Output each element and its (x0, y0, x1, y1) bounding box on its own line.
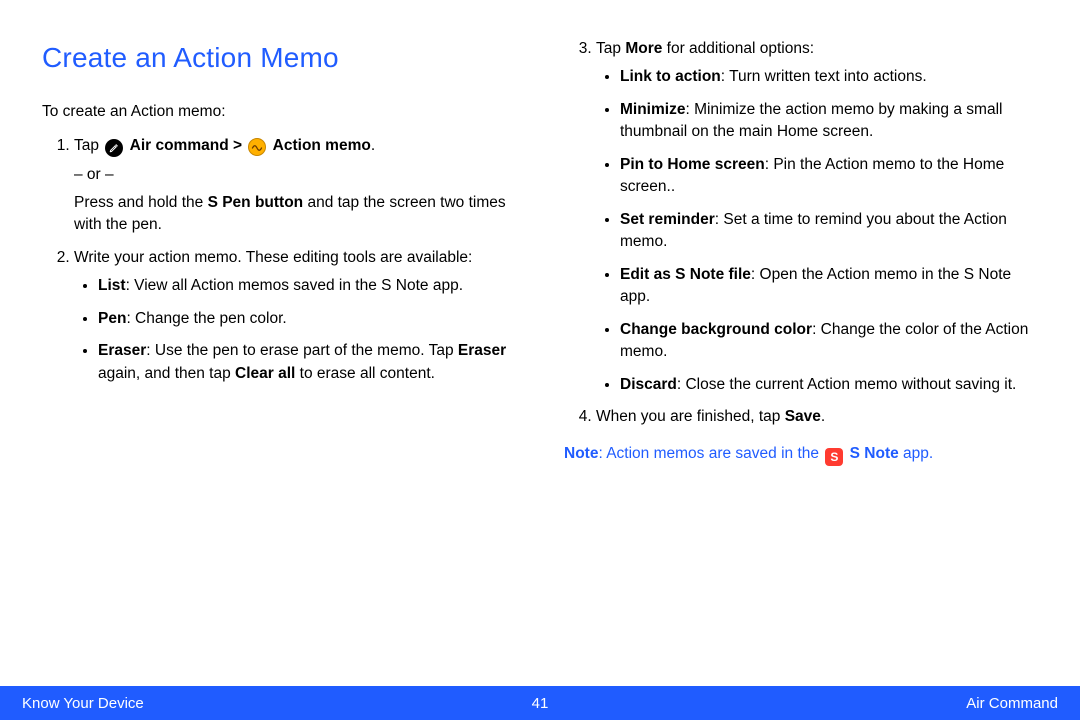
step4-c: . (821, 408, 825, 425)
right-column: Tap More for additional options: Link to… (564, 38, 1038, 660)
bullet-list-t: : View all Action memos saved in the S N… (126, 277, 463, 294)
step1-alt: Press and hold the S Pen button and tap … (74, 192, 516, 237)
bullet-disc-t: : Close the current Action memo without … (677, 376, 1016, 393)
step-1: Tap Air command > Action memo. – or – Pr… (74, 135, 516, 237)
intro-text: To create an Action memo: (42, 101, 516, 123)
step2-lead: Write your action memo. These editing to… (74, 249, 472, 266)
bullet-list: List: View all Action memos saved in the… (98, 275, 516, 297)
bullet-link: Link to action: Turn written text into a… (620, 66, 1038, 88)
step3-lead-b: More (625, 40, 662, 57)
s-note-letter: S (830, 451, 838, 463)
bullet-eraser-b3: Clear all (235, 365, 295, 382)
bullet-min-b: Minimize (620, 101, 685, 118)
bullet-disc-b: Discard (620, 376, 677, 393)
bullet-eraser-t1: : Use the pen to erase part of the memo.… (146, 342, 458, 359)
step1-alt-b: S Pen button (208, 194, 304, 211)
bullet-pen-t: : Change the pen color. (126, 310, 286, 327)
note-b: S Note (850, 445, 899, 462)
bullet-bg-b: Change background color (620, 321, 812, 338)
step-2: Write your action memo. These editing to… (74, 247, 516, 385)
bullet-pen: Pen: Change the pen color. (98, 308, 516, 330)
bullet-eraser-b2: Eraser (458, 342, 506, 359)
bullet-eraser-t3: to erase all content. (295, 365, 435, 382)
step1-aircommand: Air command > (130, 137, 247, 154)
footer-left: Know Your Device (22, 695, 532, 712)
step3-bullets: Link to action: Turn written text into a… (596, 66, 1038, 396)
bullet-link-b: Link to action (620, 68, 721, 85)
footer-right: Air Command (548, 695, 1058, 712)
step4-a: When you are finished, tap (596, 408, 785, 425)
bullet-rem-b: Set reminder (620, 211, 715, 228)
step-4: When you are finished, tap Save. (596, 406, 1038, 428)
section-title: Create an Action Memo (42, 38, 516, 79)
step1-period: . (371, 137, 375, 154)
content-area: Create an Action Memo To create an Actio… (42, 38, 1038, 660)
note-c: app. (899, 445, 933, 462)
steps-right: Tap More for additional options: Link to… (564, 38, 1038, 429)
bullet-bgcolor: Change background color: Change the colo… (620, 319, 1038, 364)
step3-lead-c: for additional options: (662, 40, 814, 57)
step1-alt-a: Press and hold the (74, 194, 208, 211)
bullet-discard: Discard: Close the current Action memo w… (620, 374, 1038, 396)
step4-b: Save (785, 408, 821, 425)
pen-circle-icon (105, 139, 123, 157)
bullet-edit-b: Edit as S Note file (620, 266, 751, 283)
bullet-edit-snote: Edit as S Note file: Open the Action mem… (620, 264, 1038, 309)
note-line: Note: Action memos are saved in the S S … (564, 443, 1038, 466)
bullet-pin-b: Pin to Home screen (620, 156, 765, 173)
bullet-minimize: Minimize: Minimize the action memo by ma… (620, 99, 1038, 144)
step1-actionmemo: Action memo (273, 137, 371, 154)
page-number: 41 (532, 695, 549, 712)
bullet-pen-b: Pen (98, 310, 126, 327)
bullet-eraser-t2: again, and then tap (98, 365, 235, 382)
bullet-list-b: List (98, 277, 126, 294)
bullet-reminder: Set reminder: Set a time to remind you a… (620, 209, 1038, 254)
action-memo-wave-icon (248, 138, 266, 156)
step1-or: – or – (74, 164, 516, 186)
step-3: Tap More for additional options: Link to… (596, 38, 1038, 396)
left-column: Create an Action Memo To create an Actio… (42, 38, 516, 660)
bullet-eraser-b1: Eraser (98, 342, 146, 359)
note-label: Note (564, 445, 598, 462)
footer-bar: Know Your Device 41 Air Command (0, 686, 1080, 720)
step2-bullets: List: View all Action memos saved in the… (74, 275, 516, 385)
step1-tap: Tap (74, 137, 103, 154)
manual-page: Create an Action Memo To create an Actio… (0, 0, 1080, 720)
bullet-link-t: : Turn written text into actions. (721, 68, 927, 85)
s-note-icon: S (825, 448, 843, 466)
step3-lead-a: Tap (596, 40, 625, 57)
bullet-pin: Pin to Home screen: Pin the Action memo … (620, 154, 1038, 199)
bullet-eraser: Eraser: Use the pen to erase part of the… (98, 340, 516, 385)
steps-left: Tap Air command > Action memo. – or – Pr… (42, 135, 516, 385)
note-a: Action memos are saved in the (606, 445, 823, 462)
